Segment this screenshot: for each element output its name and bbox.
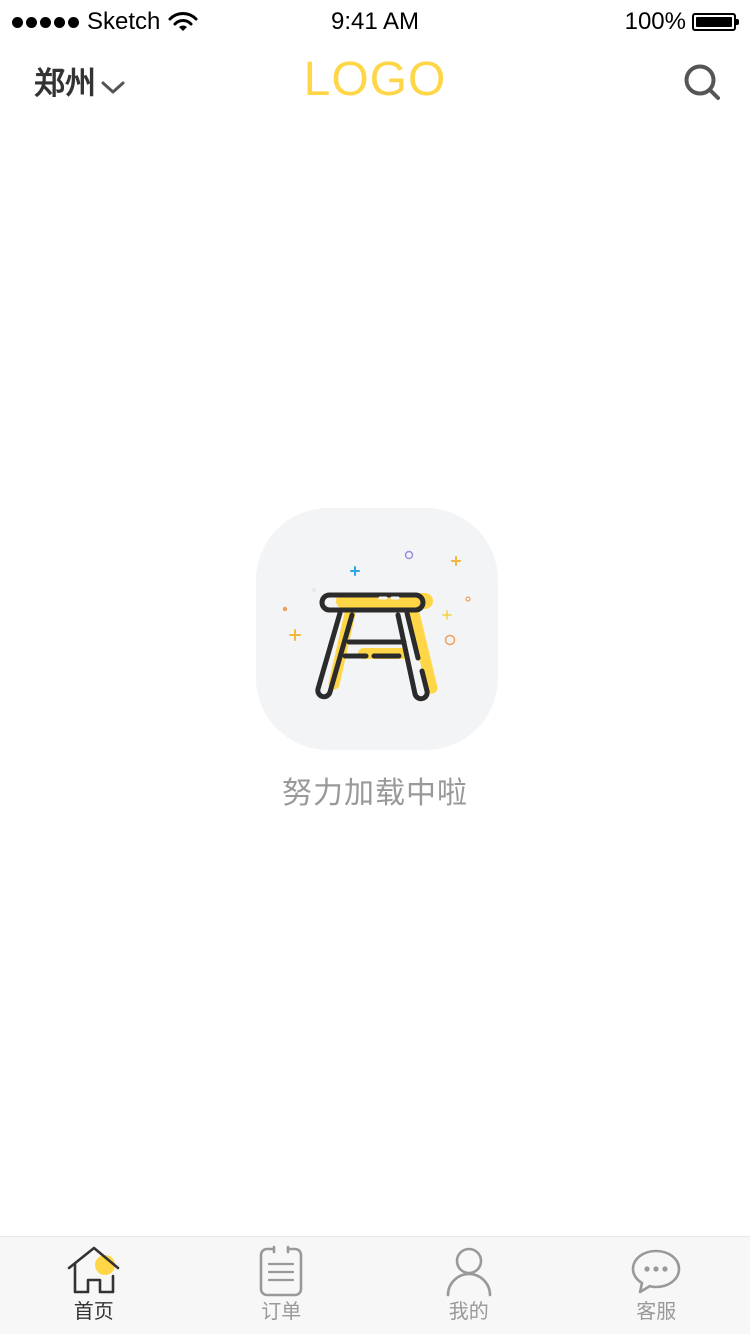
chat-bubble-icon — [631, 1249, 681, 1294]
profile-icon — [446, 1247, 492, 1297]
loading-text: 努力加载中啦 — [282, 777, 468, 810]
loading-card — [256, 508, 498, 750]
stool-illustration-icon — [282, 550, 471, 702]
nav-bar: 郑州 LOGO — [0, 40, 750, 128]
tab-label: 首页 — [73, 1301, 114, 1323]
battery-level — [696, 17, 732, 27]
search-icon[interactable] — [682, 62, 722, 102]
status-right: 100% — [624, 8, 739, 36]
home-icon — [67, 1246, 120, 1294]
tab-orders[interactable]: 订单 — [188, 1237, 376, 1334]
tab-bar: 首页 订单 我的 客服 — [0, 1236, 750, 1334]
tab-label: 订单 — [261, 1301, 302, 1323]
tab-label: 客服 — [636, 1301, 677, 1323]
status-bar: Sketch 9:41 AM 100% — [0, 0, 750, 40]
battery-percentage: 100% — [624, 8, 686, 35]
app-screen: Sketch 9:41 AM 100% 郑州 LOGO 努力加载中啦 首页 订单… — [0, 0, 750, 1334]
order-list-icon — [259, 1245, 303, 1297]
tab-service[interactable]: 客服 — [563, 1237, 750, 1334]
tab-home[interactable]: 首页 — [0, 1237, 188, 1334]
battery-icon — [692, 13, 739, 31]
tab-label: 我的 — [448, 1301, 489, 1323]
logo: LOGO — [303, 53, 447, 106]
tab-profile[interactable]: 我的 — [375, 1237, 563, 1334]
